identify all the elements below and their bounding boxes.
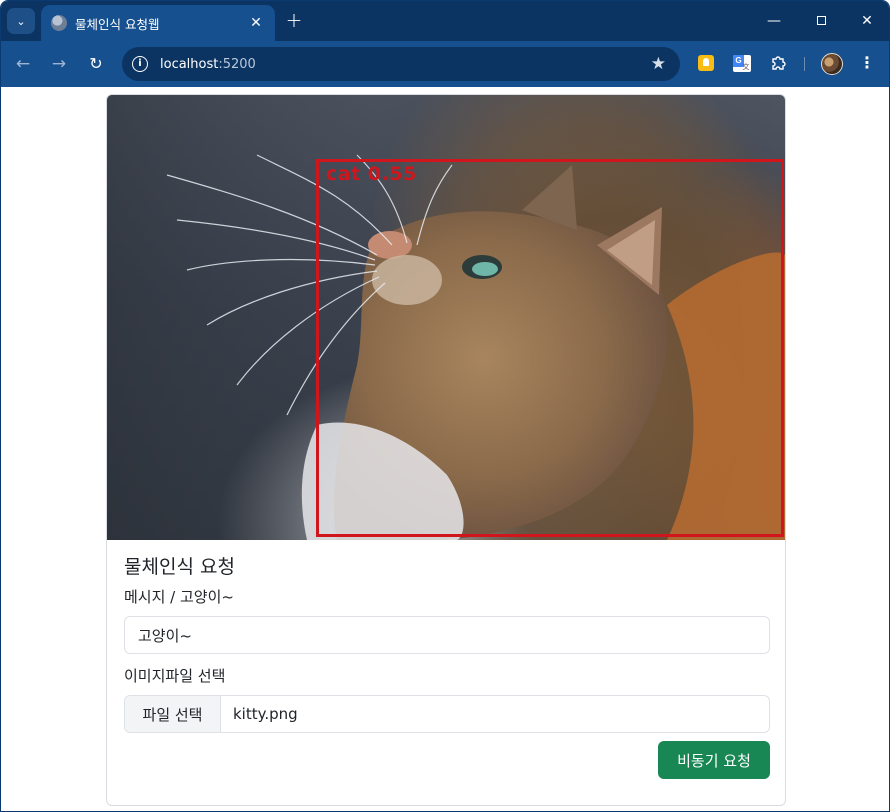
reload-button[interactable]: ↻ (84, 52, 108, 76)
maximize-icon (816, 15, 826, 25)
file-input[interactable]: 파일 선택 kitty.png (124, 695, 770, 733)
message-label: 메시지 / 고양이~ (124, 588, 234, 606)
chevron-down-icon: ⌄ (16, 14, 26, 28)
close-icon: ✕ (861, 13, 873, 29)
arrow-right-icon: → (51, 54, 67, 74)
minimize-button[interactable]: — (759, 9, 789, 33)
forward-button[interactable]: → (47, 52, 71, 76)
request-card: cat 0.55 물체인식 요청 메시지 / 고양이~ 이미지파일 선택 파일 … (106, 94, 786, 806)
toolbar-divider (804, 57, 805, 71)
browser-toolbar: ← → ↻ i localhost:5200 ★ ⋮ (1, 41, 889, 87)
more-vertical-icon[interactable]: ⋮ (859, 53, 875, 75)
form-title: 물체인식 요청 (124, 556, 235, 578)
file-name-text: kitty.png (233, 705, 298, 723)
url-port: :5200 (218, 56, 256, 72)
profile-avatar[interactable] (821, 53, 843, 75)
browser-window: ⌄ 물체인식 요청웹 ✕ + — ✕ ← → ↻ i localhost:520… (0, 0, 890, 812)
info-icon[interactable]: i (132, 56, 148, 72)
minimize-icon: — (767, 13, 781, 29)
tab-title: 물체인식 요청웹 (75, 16, 160, 32)
detection-bounding-box (316, 159, 784, 537)
file-choose-button[interactable]: 파일 선택 (125, 696, 221, 732)
close-window-button[interactable]: ✕ (852, 9, 882, 33)
keep-extension-icon[interactable] (696, 53, 716, 73)
submit-row: 비동기 요청 (124, 741, 770, 779)
translate-extension-icon[interactable] (732, 53, 752, 73)
request-form: 물체인식 요청 메시지 / 고양이~ 이미지파일 선택 파일 선택 kitty.… (124, 553, 770, 779)
maximize-button[interactable] (806, 9, 836, 33)
url-host: localhost (160, 56, 219, 72)
tab-search-button[interactable]: ⌄ (7, 8, 35, 34)
browser-tab-active[interactable]: 물체인식 요청웹 ✕ (41, 5, 275, 41)
message-input[interactable] (124, 616, 770, 654)
detection-label: cat 0.55 (326, 163, 417, 185)
globe-favicon-icon (51, 15, 67, 31)
puzzle-icon[interactable] (768, 53, 788, 73)
arrow-left-icon: ← (15, 54, 31, 74)
reload-icon: ↻ (89, 54, 103, 73)
tab-close-icon[interactable]: ✕ (247, 15, 265, 31)
title-bar: ⌄ 물체인식 요청웹 ✕ + — ✕ (1, 1, 889, 41)
url-text: localhost:5200 (160, 57, 256, 72)
page-viewport: cat 0.55 물체인식 요청 메시지 / 고양이~ 이미지파일 선택 파일 … (1, 87, 889, 811)
async-request-button[interactable]: 비동기 요청 (658, 741, 770, 779)
star-icon[interactable]: ★ (651, 54, 666, 74)
new-tab-button[interactable]: + (283, 9, 305, 31)
detection-result-image: cat 0.55 (107, 95, 785, 540)
file-label: 이미지파일 선택 (124, 667, 226, 685)
address-bar[interactable]: i localhost:5200 ★ (122, 47, 680, 81)
back-button[interactable]: ← (11, 52, 35, 76)
